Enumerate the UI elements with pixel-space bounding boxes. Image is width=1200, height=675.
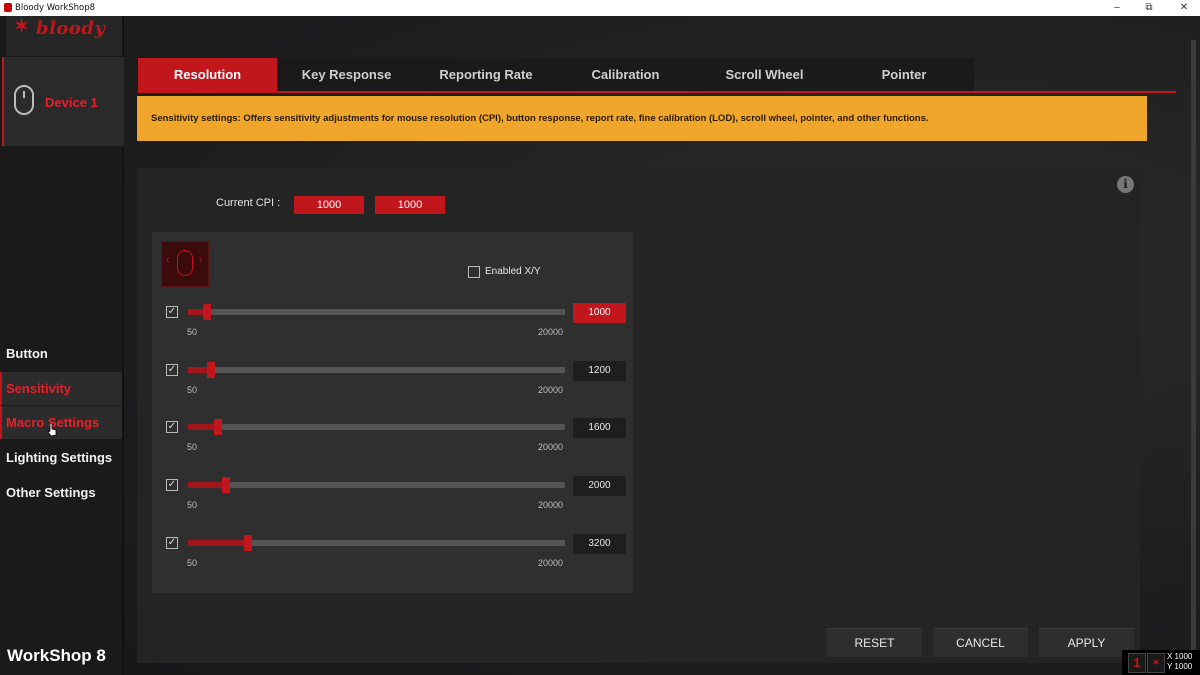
slider-min-label: 50: [187, 500, 198, 510]
slider-checkbox[interactable]: ✓: [166, 306, 178, 318]
cpi-slider[interactable]: [188, 535, 565, 551]
slider-thumb[interactable]: [206, 362, 215, 378]
reset-button[interactable]: RESET: [827, 628, 922, 657]
tab-underline: [138, 91, 1176, 93]
slider-min-label: 50: [187, 558, 198, 568]
title-bar: Bloody WorkShop8 – ⧉ ✕: [0, 0, 1200, 16]
tab-key-response[interactable]: Key Response: [277, 58, 416, 92]
mouse-icon: [14, 85, 34, 115]
slider-thumb[interactable]: [214, 419, 223, 435]
tab-resolution[interactable]: Resolution: [138, 58, 277, 92]
scrollbar[interactable]: [1191, 40, 1196, 655]
sidebar-item-sensitivity[interactable]: Sensitivity: [0, 372, 122, 405]
slider-fill: [188, 482, 226, 488]
sensitivity-notice: Sensitivity settings: Offers sensitivity…: [137, 96, 1147, 141]
tab-calibration[interactable]: Calibration: [556, 58, 695, 92]
slider-checkbox[interactable]: ✓: [166, 537, 178, 549]
slider-thumb[interactable]: [244, 535, 253, 551]
slider-checkbox[interactable]: ✓: [166, 479, 178, 491]
sidebar-item-other-settings[interactable]: Other Settings: [0, 476, 122, 509]
apply-button[interactable]: APPLY: [1039, 628, 1134, 657]
slider-max-label: 20000: [538, 558, 564, 568]
slider-thumb[interactable]: [221, 477, 230, 493]
sidebar-item-lighting-settings[interactable]: Lighting Settings: [0, 441, 122, 474]
hand-cursor-icon: [47, 423, 57, 437]
device-selector[interactable]: Device 1: [2, 57, 124, 146]
system-tray: 1 ✶ X 1000 Y 1000: [1122, 650, 1200, 675]
slider-checkbox[interactable]: ✓: [166, 421, 178, 433]
device-label: Device 1: [45, 95, 98, 110]
logo-mark-icon: ✶: [14, 16, 30, 36]
current-cpi-y: 1000: [375, 196, 445, 214]
logo-text: bloody: [36, 18, 106, 39]
slider-checkbox[interactable]: ✓: [166, 364, 178, 376]
tray-y-readout: Y 1000: [1167, 662, 1193, 671]
slider-max-label: 20000: [538, 442, 564, 452]
cpi-slider[interactable]: [188, 362, 565, 378]
window-title: Bloody WorkShop8: [15, 3, 96, 13]
slider-min-label: 50: [187, 385, 198, 395]
cpi-slider[interactable]: [188, 419, 565, 435]
cpi-slider[interactable]: [188, 304, 565, 320]
slider-thumb[interactable]: [202, 304, 211, 320]
cpi-value-box[interactable]: 2000: [573, 476, 626, 496]
cancel-button[interactable]: CANCEL: [933, 628, 1028, 657]
close-button[interactable]: ✕: [1172, 1, 1196, 15]
cpi-value-box[interactable]: 1600: [573, 418, 626, 438]
app-icon: [4, 3, 12, 12]
tray-x-readout: X 1000: [1167, 652, 1193, 661]
cpi-value-box[interactable]: 3200: [573, 534, 626, 554]
tab-scroll-wheel[interactable]: Scroll Wheel: [695, 58, 834, 92]
cpi-slider-panel: [152, 232, 633, 593]
slider-max-label: 20000: [538, 385, 564, 395]
enabled-xy-checkbox[interactable]: [468, 266, 480, 278]
info-icon[interactable]: i: [1117, 176, 1134, 193]
tab-bar: Resolution Key Response Reporting Rate C…: [138, 58, 974, 92]
minimize-button[interactable]: –: [1105, 1, 1129, 15]
slider-min-label: 50: [187, 327, 198, 337]
slider-fill: [188, 540, 249, 546]
current-cpi-x: 1000: [294, 196, 364, 214]
slider-min-label: 50: [187, 442, 198, 452]
maximize-button[interactable]: ⧉: [1137, 1, 1161, 15]
tab-pointer[interactable]: Pointer: [834, 58, 974, 92]
sidebar-item-macro-settings[interactable]: Macro Settings: [0, 406, 122, 439]
sidebar-item-button[interactable]: Button: [0, 337, 122, 370]
logo: ✶ bloody: [6, 16, 122, 56]
enabled-xy-label: Enabled X/Y: [485, 266, 541, 277]
tray-logo-icon[interactable]: ✶: [1147, 653, 1165, 673]
slider-max-label: 20000: [538, 500, 564, 510]
current-cpi-label: Current CPI :: [216, 197, 281, 209]
cpi-value-box[interactable]: 1000: [573, 303, 626, 323]
cpi-value-box[interactable]: 1200: [573, 361, 626, 381]
tab-reporting-rate[interactable]: Reporting Rate: [416, 58, 556, 92]
cpi-slider[interactable]: [188, 477, 565, 493]
tray-bloody-icon[interactable]: 1: [1128, 653, 1146, 673]
slider-max-label: 20000: [538, 327, 564, 337]
mouse-preview-icon: ‹ ›: [161, 241, 209, 287]
brand-label: WorkShop 8: [7, 646, 106, 665]
